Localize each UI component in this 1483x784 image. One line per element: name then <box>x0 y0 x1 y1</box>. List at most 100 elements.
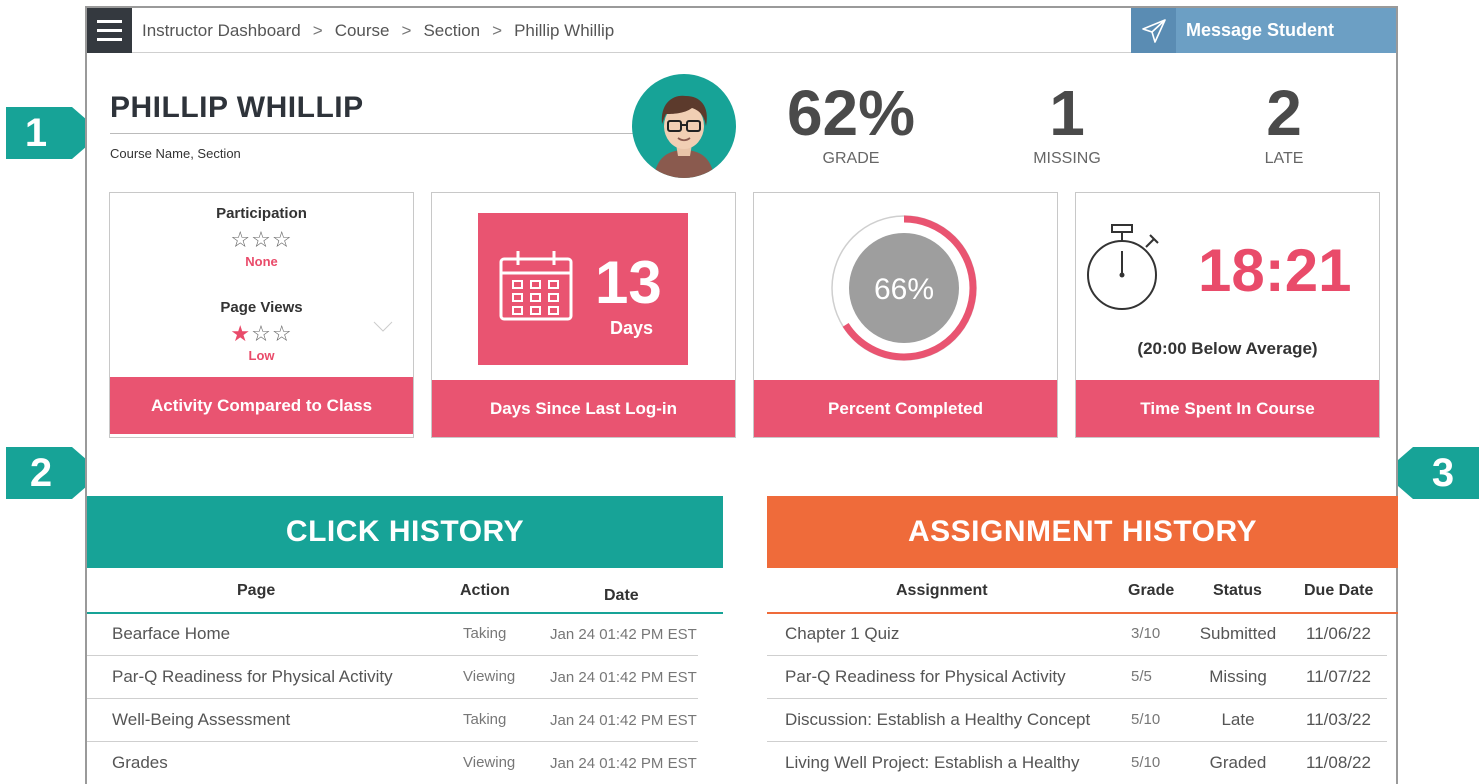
completion-card: 66% Percent Completed <box>753 192 1058 438</box>
student-name: PHILLIP WHILLIP <box>110 91 364 124</box>
click-page[interactable]: Bearface Home <box>112 624 230 644</box>
top-bar: Instructor Dashboard > Course > Section … <box>87 8 1396 53</box>
callout-marker-2: 2 <box>6 447 102 499</box>
assignment-grade: 3/10 <box>1131 625 1161 642</box>
click-history-header: CLICK HISTORY <box>87 496 723 568</box>
assignment-history-row[interactable]: Par-Q Readiness for Physical Activity 5/5… <box>767 657 1387 699</box>
message-student-label: Message Student <box>1186 20 1335 40</box>
assignment-status: Missing <box>1209 667 1267 686</box>
grade-value: 62% <box>786 77 916 149</box>
assignment-due-date: 11/03/22 <box>1306 710 1371 729</box>
click-date: Jan 24 01:42 PM EST <box>550 755 697 772</box>
breadcrumb-separator: > <box>312 21 323 40</box>
time-comparison: (20:00 Below Average) <box>1137 339 1318 358</box>
login-footer: Days Since Last Log-in <box>432 380 735 437</box>
pageviews-level: Low <box>248 348 275 363</box>
assignment-name[interactable]: Discussion: Establish a Healthy Concept <box>785 710 1090 730</box>
time-footer: Time Spent In Course <box>1076 380 1379 437</box>
click-action: Taking <box>463 711 507 728</box>
assignment-name[interactable]: Par-Q Readiness for Physical Activity <box>785 667 1066 687</box>
assignment-history-columns: Assignment Grade Status Due Date <box>767 568 1398 614</box>
breadcrumb-separator: > <box>492 21 503 40</box>
assignment-grade: 5/10 <box>1131 711 1161 728</box>
click-history-columns: Page Action Date <box>87 568 723 614</box>
star-icon: ☆ <box>230 227 252 252</box>
assignment-status: Late <box>1221 710 1255 729</box>
star-filled-icon: ★ <box>230 321 252 346</box>
assignment-history-row[interactable]: Living Well Project: Establish a Healthy… <box>767 743 1387 784</box>
participation-label: Participation <box>216 205 307 222</box>
missing-stat: 1 MISSING <box>967 78 1167 168</box>
stopwatch-icon <box>1087 224 1159 310</box>
pageviews-label: Page Views <box>220 299 303 316</box>
breadcrumb-student: Phillip Whillip <box>514 21 615 40</box>
assignment-status: Submitted <box>1199 624 1277 643</box>
click-date: Jan 24 01:42 PM EST <box>550 712 697 729</box>
assignment-name[interactable]: Chapter 1 Quiz <box>785 624 899 644</box>
login-card: 13 Days Days Since Last Log-in <box>431 192 736 438</box>
assignment-status: Graded <box>1209 753 1267 772</box>
assignment-history-header: ASSIGNMENT HISTORY <box>767 496 1398 568</box>
missing-label: MISSING <box>1033 150 1101 167</box>
assignment-due-date: 11/08/22 <box>1306 753 1371 772</box>
assignment-grade: 5/10 <box>1131 754 1161 771</box>
menu-icon[interactable] <box>87 8 132 53</box>
student-course: Course Name, Section <box>110 146 241 161</box>
participation-level: None <box>245 254 278 269</box>
assignment-due-date: 11/07/22 <box>1306 667 1371 686</box>
dashboard-frame: Instructor Dashboard > Course > Section … <box>85 6 1398 784</box>
click-history-row[interactable]: Bearface Home Taking Jan 24 01:42 PM EST <box>87 614 698 656</box>
star-icon: ☆ <box>251 227 272 252</box>
late-label: LATE <box>1264 150 1304 167</box>
star-icon: ☆ <box>271 321 293 346</box>
assignment-due-date: 11/06/22 <box>1306 624 1371 643</box>
column-action[interactable]: Action <box>460 582 510 600</box>
name-divider <box>110 133 640 134</box>
breadcrumb-course[interactable]: Course <box>335 8 390 53</box>
click-history-row[interactable]: Grades Viewing Jan 24 01:42 PM EST <box>87 743 698 784</box>
breadcrumb-dashboard[interactable]: Instructor Dashboard <box>142 8 301 53</box>
column-grade[interactable]: Grade <box>1128 582 1174 600</box>
avatar <box>632 74 736 178</box>
click-action: Viewing <box>463 668 516 685</box>
column-date[interactable]: Date <box>604 587 639 605</box>
message-student-button[interactable]: Message Student <box>1131 8 1396 53</box>
column-page[interactable]: Page <box>237 582 275 600</box>
breadcrumb-section[interactable]: Section <box>423 8 480 53</box>
click-history-row[interactable]: Well-Being Assessment Taking Jan 24 01:42 … <box>87 700 698 742</box>
assignment-history-title: ASSIGNMENT HISTORY <box>907 515 1258 548</box>
assignment-history-row[interactable]: Chapter 1 Quiz 3/10 Submitted 11/06/22 <box>767 614 1387 656</box>
participation-stars: ☆☆☆ <box>110 227 413 253</box>
column-assignment[interactable]: Assignment <box>896 582 988 600</box>
missing-value: 1 <box>1049 77 1085 149</box>
star-icon: ☆ <box>251 321 272 346</box>
late-stat: 2 LATE <box>1184 78 1384 168</box>
breadcrumb: Instructor Dashboard > Course > Section … <box>142 8 614 53</box>
assignment-grade: 5/5 <box>1131 668 1152 685</box>
callout-marker-1: 1 <box>6 107 102 159</box>
days-unit: Days <box>610 318 654 338</box>
click-page[interactable]: Par-Q Readiness for Physical Activity <box>112 667 393 687</box>
column-status[interactable]: Status <box>1213 582 1262 600</box>
late-value: 2 <box>1266 77 1302 149</box>
activity-footer: Activity Compared to Class <box>110 377 413 434</box>
click-date: Jan 24 01:42 PM EST <box>550 626 697 643</box>
chevron-down-icon[interactable] <box>373 321 393 333</box>
activity-card: Participation ☆☆☆ None Page Views ★☆☆ Lo… <box>109 192 414 438</box>
click-action: Viewing <box>463 754 516 771</box>
assignment-name[interactable]: Living Well Project: Establish a Healthy <box>785 753 1080 773</box>
days-box: 13 Days <box>478 213 688 365</box>
click-page[interactable]: Grades <box>112 753 168 773</box>
click-history-row[interactable]: Par-Q Readiness for Physical Activity Vie… <box>87 657 698 699</box>
breadcrumb-separator: > <box>401 21 412 40</box>
column-due-date[interactable]: Due Date <box>1304 582 1373 600</box>
time-value: 18:21 <box>1198 237 1352 304</box>
click-page[interactable]: Well-Being Assessment <box>112 710 290 730</box>
assignment-history-row[interactable]: Discussion: Establish a Healthy Concept 5… <box>767 700 1387 742</box>
pageviews-stars: ★☆☆ <box>110 321 413 347</box>
grade-stat: 62% GRADE <box>751 78 951 168</box>
days-value: 13 <box>595 249 662 316</box>
star-icon: ☆ <box>271 227 293 252</box>
calendar-icon <box>499 251 573 321</box>
click-history-title: CLICK HISTORY <box>285 515 525 548</box>
